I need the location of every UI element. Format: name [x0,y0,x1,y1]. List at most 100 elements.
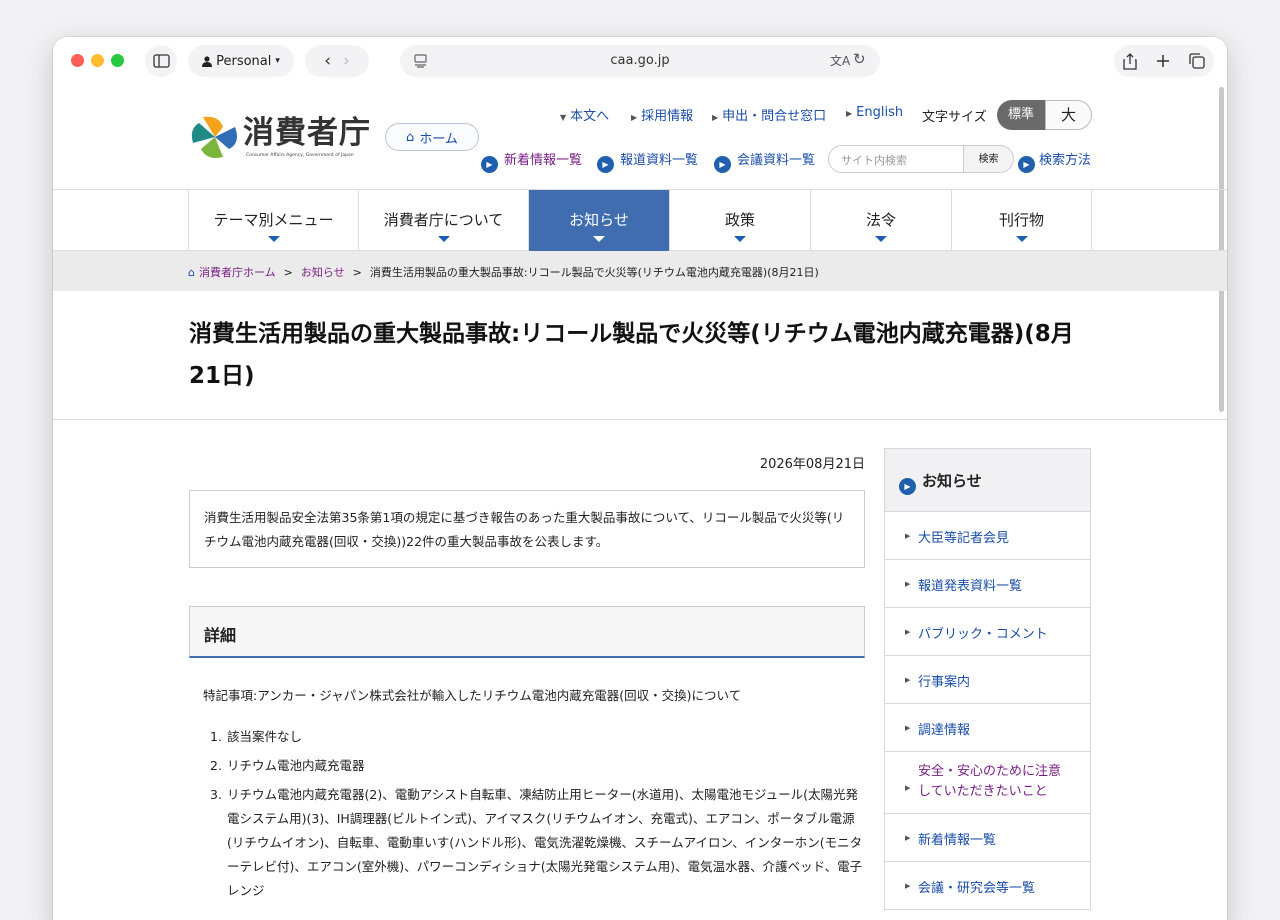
sidebar-item-label: 新着情報一覧 [918,833,997,848]
breadcrumb-home[interactable]: 消費者庁ホーム [199,266,276,279]
sidebar-icon [152,54,170,68]
sidebar-item-label: 行事案内 [918,675,971,690]
play-circle-icon: ▶ [481,156,498,173]
sidebar-item-meetings[interactable]: ▶ 会議・研究会等一覧 [885,862,1090,910]
nav-label: お知らせ [569,211,629,229]
font-size-large-button[interactable]: 大 [1045,100,1092,130]
triangle-right-icon: ▶ [712,113,719,122]
profile-label: Personal [216,53,272,69]
list-number: 3. [210,787,222,802]
list-item: 3. リチウム電池内蔵充電器(2)、電動アシスト自転車、凍結防止用ヒーター(水道用… [203,783,863,903]
nav-about[interactable]: 消費者庁について [358,190,528,251]
list-item-text: リチウム電池内蔵充電器(2)、電動アシスト自転車、凍結防止用ヒーター(水道用)、… [227,787,863,898]
link-skip-to-content[interactable]: ▼ 本文へ [560,105,609,124]
list-item-text: 該当案件なし [227,729,303,744]
nav-publications[interactable]: 刊行物 [951,190,1092,251]
link-search-method[interactable]: ▶ 検索方法 [1018,149,1091,173]
home-icon: ⌂ [188,266,195,279]
sidebar-heading: ▶ お知らせ [885,449,1090,512]
address-bar[interactable]: caa.go.jp 文A ↻ [400,45,880,77]
link-label: 申出・問合せ窓口 [722,109,827,124]
logo-subtext: Consumer Affairs Agency, Government of J… [246,153,354,158]
sidebar-menu: ▶ お知らせ ▶ 大臣等記者会見 ▶ 報道発表資料一覧 ▶ パブリック・コメント ▶ 行事… [884,448,1091,910]
link-label: 採用情報 [641,109,694,124]
list-item: 1. 該当案件なし [203,725,863,749]
link-new-info[interactable]: ▶ 新着情報一覧 [481,149,582,173]
home-button[interactable]: ⌂ ホーム [385,123,479,151]
link-press-releases[interactable]: ▶ 報道資料一覧 [597,149,698,173]
sidebar-item-safety[interactable]: ▶ 安全・安心のために注意していただきたいこと [885,752,1090,814]
back-icon[interactable]: ‹ [324,51,331,71]
caret-down-icon [437,236,450,242]
sidebar-item-procurement[interactable]: ▶ 調達情報 [885,704,1090,752]
triangle-right-icon: ▶ [905,724,911,732]
sidebar-item-events[interactable]: ▶ 行事案内 [885,656,1090,704]
link-label: 検索方法 [1039,153,1092,168]
play-circle-icon: ▶ [899,478,916,495]
link-recruitment[interactable]: ▶ 採用情報 [631,105,693,124]
divider [53,419,1227,420]
sidebar-item-press-releases[interactable]: ▶ 報道発表資料一覧 [885,560,1090,608]
summary-box: 消費生活用製品安全法第35条第1項の規定に基づき報告のあった重大製品事故について… [189,490,865,568]
sidebar-item-press-conference[interactable]: ▶ 大臣等記者会見 [885,512,1090,560]
link-label: 報道資料一覧 [620,153,699,168]
triangle-right-icon: ▶ [905,784,911,792]
close-window-button[interactable] [71,54,84,67]
minimize-window-button[interactable] [91,54,104,67]
play-circle-icon: ▶ [597,156,614,173]
breadcrumb-news[interactable]: お知らせ [301,266,345,279]
web-page: 消費者庁 Consumer Affairs Agency, Government… [53,89,1227,920]
triangle-right-icon: ▶ [905,676,911,684]
site-search-input[interactable]: サイト内検索 [828,145,964,173]
share-icon[interactable] [1123,52,1137,70]
chevron-down-icon: ▾ [275,56,280,66]
tab-overview-icon[interactable] [1188,53,1205,69]
logo-mark-icon [191,116,237,158]
triangle-right-icon: ▶ [905,532,911,540]
breadcrumb-separator: > [352,266,362,279]
font-size-standard-button[interactable]: 標準 [997,100,1045,130]
page-title: 消費生活用製品の重大製品事故:リコール製品で火災等(リチウム電池内蔵充電器)(8… [189,321,1074,389]
sidebar-item-label: パブリック・コメント [918,627,1048,642]
translate-icon[interactable]: 文A [830,52,850,69]
nav-laws[interactable]: 法令 [810,190,951,251]
reload-icon[interactable]: ↻ [853,50,866,68]
play-circle-icon: ▶ [714,156,731,173]
breadcrumb-separator: > [283,266,293,279]
sidebar-item-label: 会議・研究会等一覧 [918,881,1036,896]
link-label: 本文へ [570,109,610,124]
profile-button[interactable]: Personal ▾ [188,45,294,77]
sidebar-toggle-button[interactable] [145,45,177,77]
nav-label: テーマ別メニュー [213,211,334,229]
new-tab-icon[interactable] [1156,54,1170,68]
triangle-right-icon: ▶ [905,882,911,890]
caret-down-icon [1015,236,1028,242]
special-note: 特記事項:アンカー・ジャパン株式会社が輸入したリチウム電池内蔵充電器(回収・交換… [203,688,742,703]
browser-window: Personal ▾ ‹ › caa.go.jp 文A ↻ 消費者庁 Consu… [53,37,1227,920]
home-button-label: ホーム [419,131,458,147]
nav-label: 法令 [865,211,896,229]
toolbar-actions [1114,45,1214,77]
site-logo[interactable]: 消費者庁 [243,107,371,152]
nav-label: 消費者庁について [383,211,504,229]
nav-policy[interactable]: 政策 [669,190,810,251]
play-circle-icon: ▶ [1018,156,1035,173]
triangle-right-icon: ▶ [846,109,853,118]
nav-news[interactable]: お知らせ [528,190,669,251]
forward-icon[interactable]: › [343,51,350,71]
triangle-down-icon: ▼ [560,113,567,122]
zoom-window-button[interactable] [111,54,124,67]
sidebar-item-new-info[interactable]: ▶ 新着情報一覧 [885,814,1090,862]
link-english[interactable]: ▶ English [846,105,903,120]
link-contact[interactable]: ▶ 申出・問合せ窓口 [712,105,826,124]
search-button[interactable]: 検索 [964,145,1014,173]
nav-arrows: ‹ › [305,45,369,77]
browser-toolbar: Personal ▾ ‹ › caa.go.jp 文A ↻ [53,37,1227,89]
sidebar-item-public-comment[interactable]: ▶ パブリック・コメント [885,608,1090,656]
link-label: English [856,105,904,120]
triangle-right-icon: ▶ [631,113,638,122]
breadcrumb: ⌂ 消費者庁ホーム > お知らせ > 消費生活用製品の重大製品事故:リコール製品で火災等(… [53,251,1227,291]
link-meeting-materials[interactable]: ▶ 会議資料一覧 [714,149,815,173]
detail-list: 1. 該当案件なし 2. リチウム電池内蔵充電器 3. リチウム電池内蔵充電器(2)、… [203,725,863,908]
nav-theme-menu[interactable]: テーマ別メニュー [188,190,358,251]
